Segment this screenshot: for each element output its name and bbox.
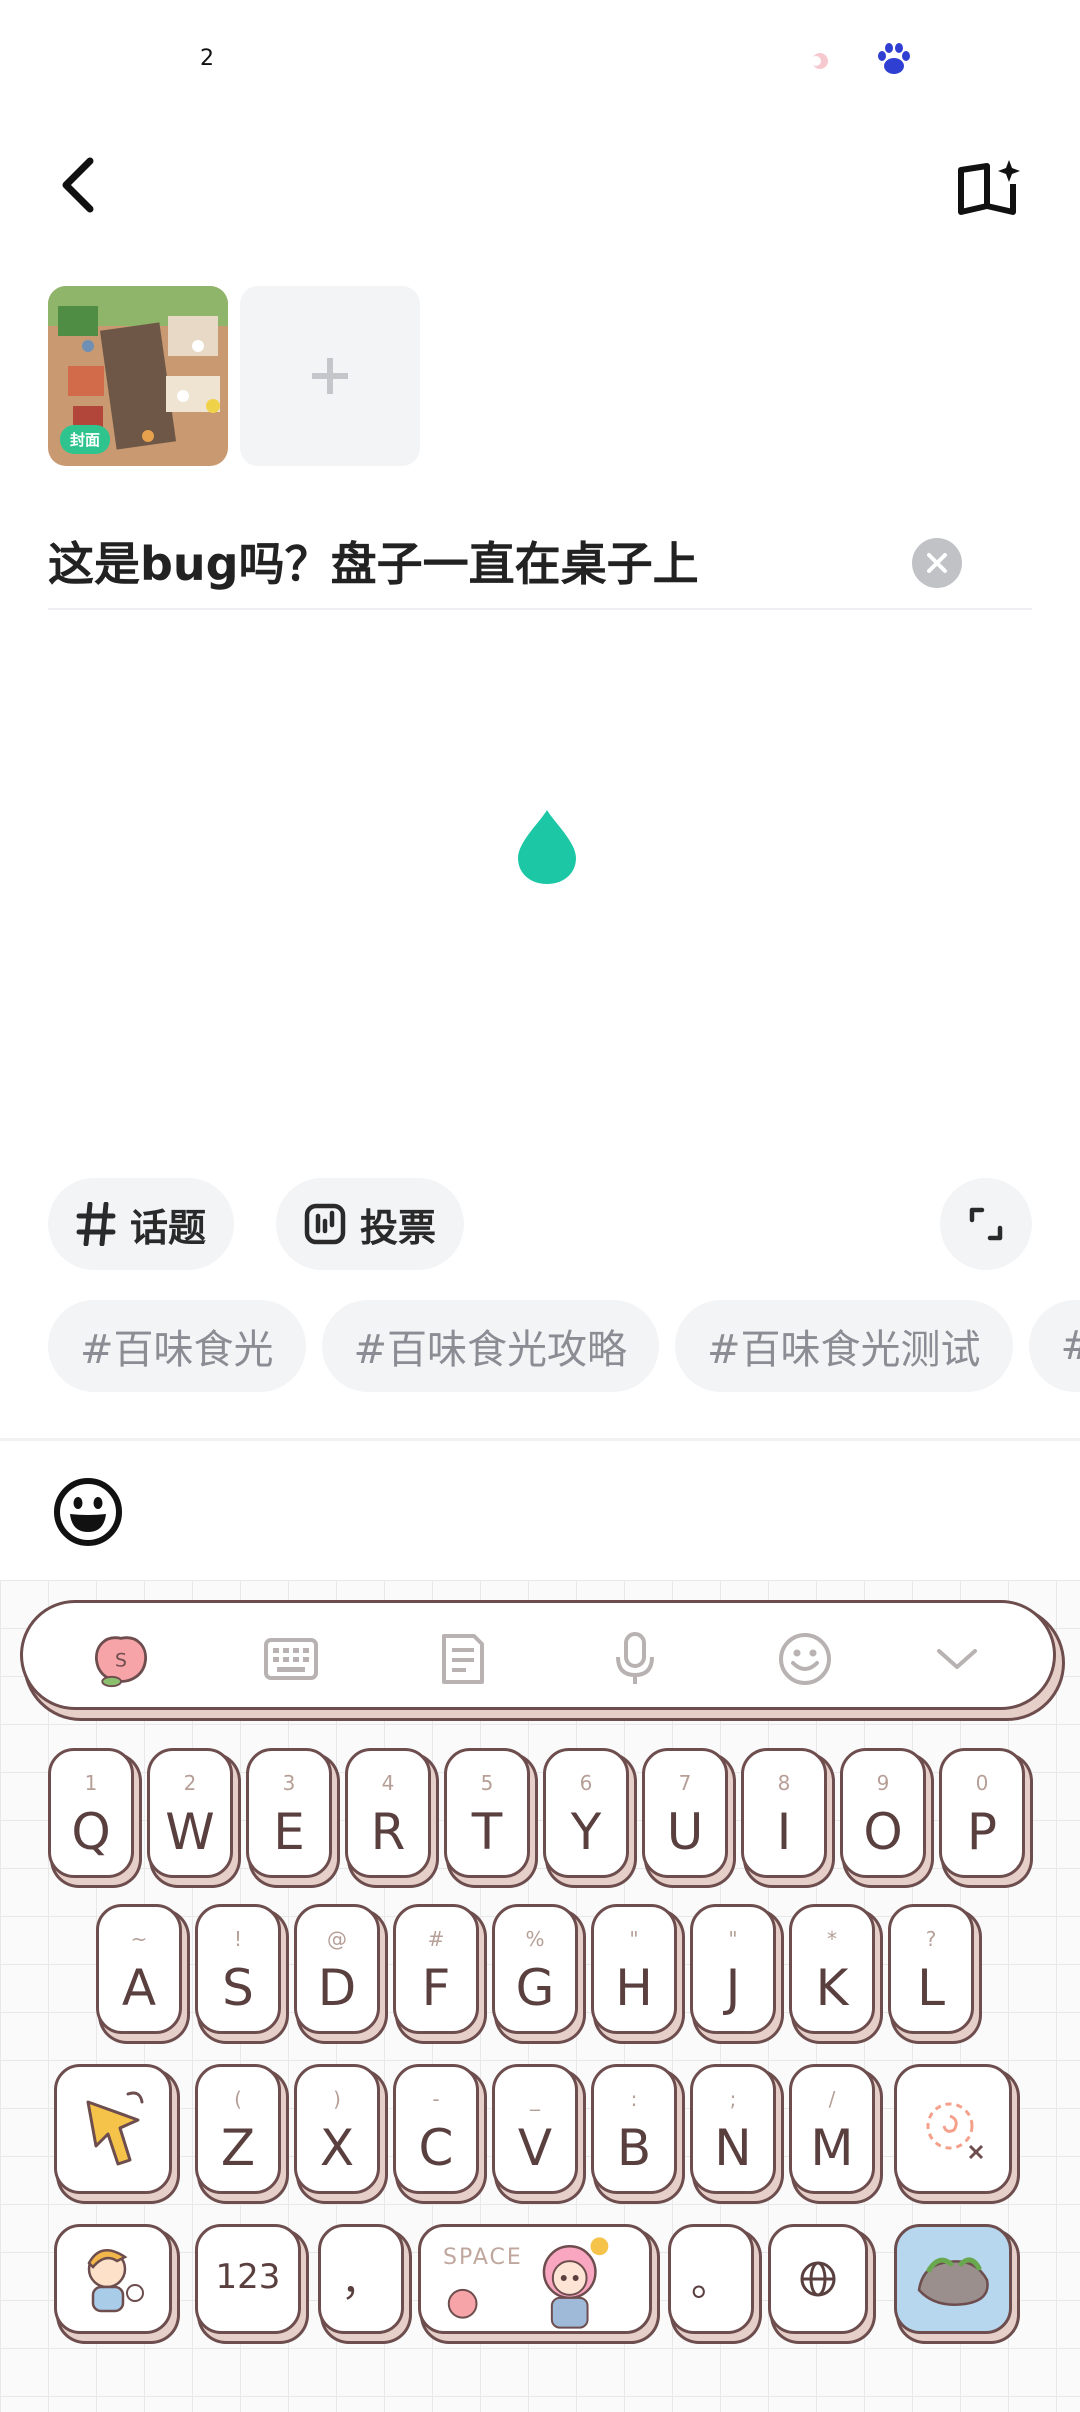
key-v[interactable]: _ V bbox=[492, 2064, 578, 2194]
microphone-icon bbox=[616, 1632, 654, 1684]
emoji-icon[interactable] bbox=[52, 1476, 124, 1548]
key-f[interactable]: # F bbox=[393, 1904, 479, 2034]
vote-button[interactable]: 投票 bbox=[276, 1178, 465, 1270]
key-r[interactable]: 4R bbox=[345, 1748, 431, 1878]
numbers-key[interactable]: 123 bbox=[195, 2224, 301, 2334]
key-b[interactable]: :B bbox=[591, 2064, 677, 2194]
key-z[interactable]: (Z bbox=[195, 2064, 281, 2194]
notification-icon bbox=[811, 53, 828, 69]
voice-input-button[interactable] bbox=[605, 1629, 665, 1689]
chevron-down-icon bbox=[937, 1649, 977, 1669]
key-w[interactable]: 2W bbox=[147, 1748, 233, 1878]
tool-chips-row: 话题 投票 bbox=[48, 1178, 1032, 1270]
title-input[interactable]: 这是bug吗？盘子一直在桌子上 bbox=[48, 522, 928, 606]
add-media-button[interactable] bbox=[240, 286, 420, 466]
sticker-key[interactable] bbox=[54, 2224, 172, 2334]
key-n[interactable]: ; N bbox=[690, 2064, 776, 2194]
key-l[interactable]: ? L bbox=[888, 1904, 974, 2034]
key-o[interactable]: 9O bbox=[840, 1748, 926, 1878]
keyboard: S 1 Q 2 W 3 E 4 R 5 T 6 Y 7 U 8 I 9 O 0 … bbox=[0, 1580, 1080, 2412]
key-c[interactable]: -C bbox=[393, 2064, 479, 2194]
enter-key[interactable] bbox=[894, 2224, 1012, 2334]
cover-badge: 封面 bbox=[60, 425, 111, 454]
key-d[interactable]: @ D bbox=[294, 1904, 380, 2034]
back-button[interactable] bbox=[48, 140, 108, 230]
poll-icon bbox=[304, 1203, 346, 1245]
expand-editor-button[interactable] bbox=[940, 1178, 1032, 1270]
tag-chip[interactable]: #百味食光攻略 bbox=[321, 1300, 660, 1392]
rock-sticker-icon bbox=[917, 2257, 989, 2306]
comma-key[interactable]: ， bbox=[318, 2224, 404, 2334]
paw-icon bbox=[878, 43, 910, 74]
svg-text:S: S bbox=[115, 1651, 127, 1672]
character-sticker-icon bbox=[87, 2249, 144, 2313]
keyboard-icon bbox=[264, 1638, 318, 1680]
tag-chip[interactable]: #百味食光测试 bbox=[675, 1300, 1013, 1392]
document-icon bbox=[442, 1634, 484, 1684]
status-bar: 2 bbox=[0, 0, 1080, 120]
backspace-key[interactable] bbox=[894, 2064, 1012, 2194]
media-row: 封面 bbox=[48, 286, 420, 466]
key-y[interactable]: 6Y bbox=[543, 1748, 629, 1878]
key-u[interactable]: 7U bbox=[642, 1748, 728, 1878]
key-e[interactable]: 3E bbox=[246, 1748, 332, 1878]
shift-key[interactable] bbox=[54, 2064, 172, 2194]
keyboard-toolbar: S bbox=[20, 1600, 1056, 1710]
plus-icon bbox=[312, 358, 348, 394]
text-cursor-handle-icon[interactable] bbox=[516, 808, 578, 886]
keyboard-switch-button[interactable] bbox=[261, 1629, 321, 1689]
key-q[interactable]: 1Q bbox=[48, 1748, 134, 1878]
key-a[interactable]: ~ A bbox=[96, 1904, 182, 2034]
key-t[interactable]: 5T bbox=[444, 1748, 530, 1878]
tag-chip[interactable]: #百味食光 bbox=[48, 1300, 306, 1392]
collapse-keyboard-button[interactable] bbox=[927, 1629, 987, 1689]
key-x[interactable]: ) X bbox=[294, 2064, 380, 2194]
hashtag-icon bbox=[76, 1202, 116, 1246]
vote-label: 投票 bbox=[360, 1205, 437, 1250]
key-s[interactable]: ! S bbox=[195, 1904, 281, 2034]
title-field: 这是bug吗？盘子一直在桌子上 bbox=[48, 522, 1032, 610]
key-h[interactable]: " H bbox=[591, 1904, 677, 2034]
tag-chip[interactable]: # bbox=[1028, 1300, 1080, 1392]
key-g[interactable]: % G bbox=[492, 1904, 578, 2034]
close-icon bbox=[927, 553, 947, 573]
divider bbox=[0, 1438, 1080, 1441]
suggested-tags-row: #百味食光#百味食光攻略#百味食光测试# bbox=[48, 1300, 1080, 1392]
key-j[interactable]: " J bbox=[690, 1904, 776, 2034]
topic-button[interactable]: 话题 bbox=[48, 1178, 235, 1270]
guide-book-button[interactable] bbox=[950, 148, 1030, 228]
key-p[interactable]: 0P bbox=[939, 1748, 1025, 1878]
period-key[interactable]: 。 bbox=[668, 2224, 754, 2334]
clipboard-button[interactable] bbox=[433, 1629, 493, 1689]
cover-image[interactable]: 封面 bbox=[48, 286, 228, 466]
book-sparkle-icon bbox=[958, 160, 1020, 215]
key-m[interactable]: / M bbox=[789, 2064, 875, 2194]
keyboard-emoji-button[interactable] bbox=[775, 1629, 835, 1689]
shift-arrow-icon bbox=[86, 2091, 144, 2166]
status-time: 2 bbox=[200, 46, 214, 71]
key-i[interactable]: 8I bbox=[741, 1748, 827, 1878]
expand-icon bbox=[969, 1207, 1003, 1241]
space-key[interactable]: SPACE bbox=[418, 2224, 652, 2334]
peach-logo-button[interactable]: S bbox=[91, 1629, 151, 1689]
language-key[interactable] bbox=[768, 2224, 868, 2334]
globe-icon bbox=[800, 2261, 836, 2297]
girl-character-icon bbox=[447, 2237, 609, 2329]
clear-title-button[interactable] bbox=[912, 538, 962, 588]
chevron-left-icon bbox=[62, 157, 94, 213]
smiley-icon bbox=[779, 1633, 831, 1685]
key-k[interactable]: * K bbox=[789, 1904, 875, 2034]
top-bar bbox=[0, 140, 1080, 250]
backspace-icon bbox=[926, 2102, 984, 2160]
peach-icon: S bbox=[95, 1636, 147, 1688]
topic-label: 话题 bbox=[130, 1205, 207, 1250]
